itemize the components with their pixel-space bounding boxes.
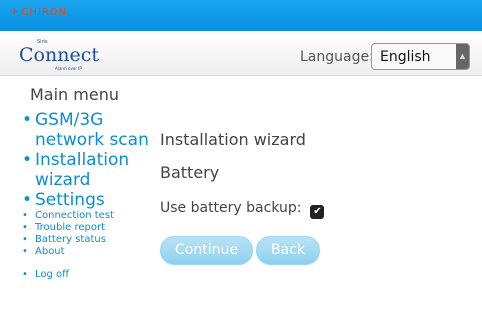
menu-item-settings[interactable]: Settings (22, 190, 162, 210)
menu-item-installation-wizard[interactable]: Installation wizard (22, 150, 162, 190)
select-arrow-icon: ▲ (456, 44, 469, 69)
menu-title: Main menu (30, 85, 119, 104)
language-label: Language: (300, 49, 374, 65)
menu-item-about[interactable]: About (22, 246, 162, 258)
header: Siris Connect Alarm over IP Language: En… (0, 31, 482, 76)
battery-backup-checkbox[interactable]: ✔ (310, 205, 325, 219)
language-value: English (380, 49, 431, 65)
page-title: Installation wizard (160, 130, 306, 149)
menu-item-log-off[interactable]: Log off (22, 269, 162, 281)
top-bar: ✈ CHIRON (0, 0, 482, 31)
menu-item-battery-status[interactable]: Battery status (22, 234, 162, 246)
back-button[interactable]: Back (256, 236, 320, 265)
menu-item-trouble-report[interactable]: Trouble report (22, 222, 162, 234)
battery-backup-label: Use battery backup: (160, 200, 302, 216)
language-select[interactable]: English ▲ (371, 43, 470, 70)
brand-name: CHIRON (21, 7, 68, 18)
continue-button[interactable]: Continue (160, 236, 253, 265)
section-title: Battery (160, 163, 220, 182)
main-menu: GSM/3G network scan Installation wizard … (22, 110, 162, 281)
brand-mark-icon: ✈ (10, 7, 20, 18)
brand-logo: ✈ CHIRON (10, 7, 67, 18)
logo-word: Connect (19, 44, 99, 66)
menu-item-gsm-scan[interactable]: GSM/3G network scan (22, 110, 162, 150)
battery-backup-row: Use battery backup: ✔ (160, 200, 325, 219)
menu-item-connection-test[interactable]: Connection test (22, 210, 162, 222)
logo-tagline: Alarm over IP (55, 66, 82, 71)
